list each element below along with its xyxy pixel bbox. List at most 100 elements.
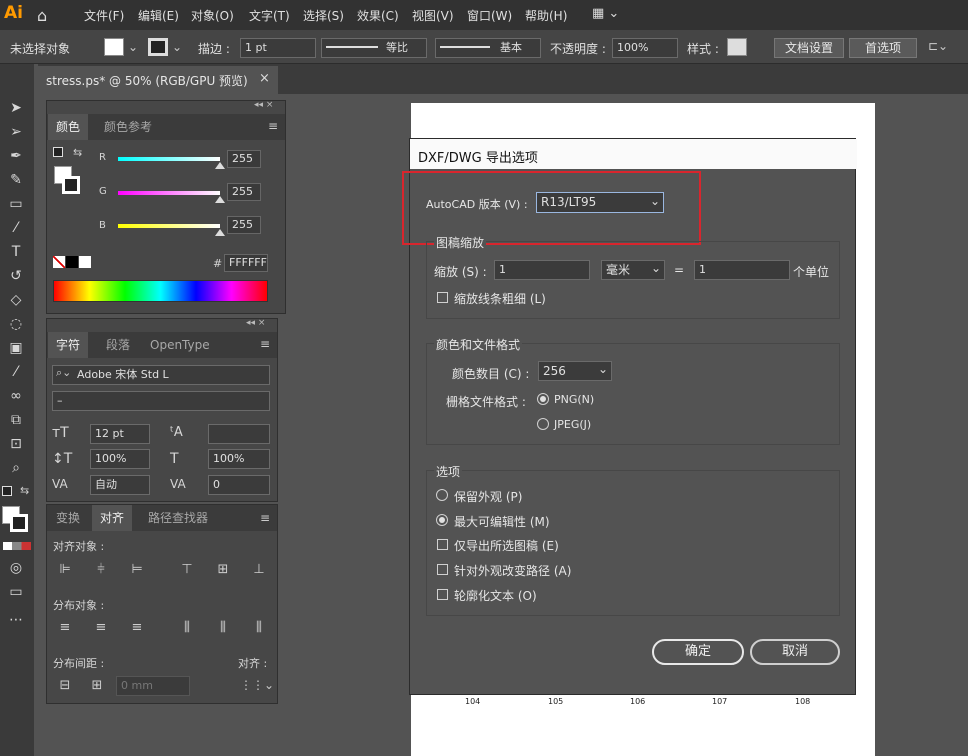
vertical-spacing-icon[interactable]: ⊟ <box>56 678 74 694</box>
swap-colors-icon[interactable]: ⇆ <box>73 146 82 159</box>
panel-menu-icon[interactable]: ≡ <box>260 511 270 525</box>
tab-transform[interactable]: 变换 <box>48 505 88 531</box>
default-colors-icon[interactable] <box>2 486 12 496</box>
distribute-vcenter-icon[interactable]: ≡ <box>92 620 110 636</box>
preserve-appearance-radio[interactable] <box>436 489 448 501</box>
arrange-icon[interactable]: ⊏⌄ <box>928 39 948 53</box>
menu-type[interactable]: 文字(T) <box>249 7 290 24</box>
gradient-tool-icon[interactable]: ▣ <box>6 340 26 358</box>
units-field[interactable]: 1 <box>694 260 790 280</box>
chevron-down-icon[interactable]: ⌄ <box>172 40 182 54</box>
align-right-icon[interactable]: ⊨ <box>128 562 146 578</box>
artboard-tool-icon[interactable]: ⊡ <box>6 436 26 454</box>
cancel-button[interactable]: 取消 <box>750 639 840 665</box>
direct-selection-tool-icon[interactable]: ➢ <box>6 124 26 142</box>
curvature-tool-icon[interactable]: ✎ <box>6 172 26 190</box>
tab-paragraph[interactable]: 段落 <box>98 332 138 358</box>
rectangle-tool-icon[interactable]: ▭ <box>6 196 26 214</box>
toolbar-stroke-swatch[interactable] <box>10 514 28 532</box>
r-slider-knob[interactable] <box>215 162 225 169</box>
menu-edit[interactable]: 编辑(E) <box>138 7 179 24</box>
workspace-switcher-icon[interactable]: ▦ ⌄ <box>592 6 619 21</box>
lasso-tool-icon[interactable]: ◌ <box>6 316 26 334</box>
vertical-scale-field[interactable]: 100% <box>90 449 150 469</box>
eyedropper-tool-icon[interactable]: ⁄ <box>6 364 26 382</box>
tab-color-guide[interactable]: 颜色参考 <box>96 114 160 140</box>
g-field[interactable]: 255 <box>227 183 261 201</box>
menu-help[interactable]: 帮助(H) <box>525 7 567 24</box>
tab-pathfinder[interactable]: 路径查找器 <box>140 505 216 531</box>
tracking-field[interactable]: 0 <box>208 475 270 495</box>
panel-collapse-icon[interactable]: ◂◂ × <box>246 318 265 328</box>
draw-mode-icon[interactable]: ◎ <box>6 560 26 578</box>
b-slider[interactable] <box>118 224 220 228</box>
font-size-field[interactable]: 12 pt <box>90 424 150 444</box>
horizontal-scale-field[interactable]: 100% <box>208 449 270 469</box>
panel-menu-icon[interactable]: ≡ <box>268 119 278 133</box>
horizontal-spacing-icon[interactable]: ⊞ <box>88 678 106 694</box>
paintbrush-tool-icon[interactable]: ⁄ <box>6 220 26 238</box>
distribute-bottom-icon[interactable]: ≡ <box>128 620 146 636</box>
distribute-top-icon[interactable]: ≡ <box>56 620 74 636</box>
menu-select[interactable]: 选择(S) <box>303 7 344 24</box>
r-slider[interactable] <box>118 157 220 161</box>
g-slider[interactable] <box>118 191 220 195</box>
rotate-tool-icon[interactable]: ↺ <box>6 268 26 286</box>
kerning-field[interactable]: 自动 <box>90 475 150 495</box>
align-top-icon[interactable]: ⊤ <box>178 562 196 578</box>
b-field[interactable]: 255 <box>227 216 261 234</box>
alter-paths-checkbox[interactable] <box>437 564 448 575</box>
stroke-swatch[interactable] <box>148 38 168 56</box>
preferences-button[interactable]: 首选项 <box>849 38 917 58</box>
document-settings-button[interactable]: 文档设置 <box>774 38 844 58</box>
tab-character[interactable]: 字符 <box>48 332 89 358</box>
max-editability-radio[interactable] <box>436 514 448 526</box>
scale-field[interactable]: 1 <box>494 260 590 280</box>
selection-tool-icon[interactable]: ➤ <box>6 100 26 118</box>
color-mode-icon[interactable] <box>3 542 31 550</box>
align-to-icon[interactable]: ⋮⋮⌄ <box>240 678 274 692</box>
zoom-tool-icon[interactable]: ⌕ <box>6 460 26 478</box>
distribute-right-icon[interactable]: ⫼ <box>250 620 268 636</box>
leading-field[interactable] <box>208 424 270 444</box>
g-slider-knob[interactable] <box>215 196 225 203</box>
black-swatch[interactable] <box>66 256 78 268</box>
outline-text-checkbox[interactable] <box>437 589 448 600</box>
blend-tool-icon[interactable]: ∞ <box>6 388 26 406</box>
menu-view[interactable]: 视图(V) <box>412 7 454 24</box>
color-spectrum[interactable] <box>53 280 268 302</box>
scale-lines-checkbox[interactable] <box>437 292 448 303</box>
ok-button[interactable]: 确定 <box>652 639 744 665</box>
align-vcenter-icon[interactable]: ⊞ <box>214 562 232 578</box>
tab-opentype[interactable]: OpenType <box>142 332 218 358</box>
panel-collapse-icon[interactable]: ◂◂ × <box>254 100 273 110</box>
b-slider-knob[interactable] <box>215 229 225 236</box>
opacity-field[interactable]: 100% <box>612 38 678 58</box>
fill-swatch[interactable] <box>104 38 124 56</box>
align-left-icon[interactable]: ⊫ <box>56 562 74 578</box>
menu-file[interactable]: 文件(F) <box>84 7 124 24</box>
white-swatch[interactable] <box>79 256 91 268</box>
align-hcenter-icon[interactable]: ⫩ <box>92 562 110 578</box>
align-bottom-icon[interactable]: ⊥ <box>250 562 268 578</box>
stroke-weight-field[interactable]: 1 pt <box>240 38 316 58</box>
home-icon[interactable]: ⌂ <box>37 6 55 25</box>
document-tab[interactable]: stress.ps* @ 50% (RGB/GPU 预览) <box>38 66 278 94</box>
menu-object[interactable]: 对象(O) <box>191 7 234 24</box>
tab-align[interactable]: 对齐 <box>92 505 133 531</box>
none-swatch[interactable] <box>53 256 65 268</box>
distribute-hcenter-icon[interactable]: ⫼ <box>214 620 232 636</box>
chevron-down-icon[interactable]: ⌄ <box>128 40 138 54</box>
color-panel-stroke-swatch[interactable] <box>62 176 80 194</box>
font-family-select[interactable]: Adobe 宋体 Std L <box>52 365 270 385</box>
shape-builder-tool-icon[interactable]: ⧉ <box>6 412 26 430</box>
graphic-style-swatch[interactable] <box>727 38 747 56</box>
more-tools-icon[interactable]: ⋯ <box>6 612 26 630</box>
spacing-field[interactable]: 0 mm <box>116 676 190 696</box>
variable-width-profile[interactable]: 等比 <box>321 38 427 58</box>
font-style-select[interactable]: – <box>52 391 270 411</box>
menu-effect[interactable]: 效果(C) <box>357 7 399 24</box>
pen-tool-icon[interactable]: ✒ <box>6 148 26 166</box>
tab-color[interactable]: 颜色 <box>48 114 89 140</box>
eraser-tool-icon[interactable]: ◇ <box>6 292 26 310</box>
